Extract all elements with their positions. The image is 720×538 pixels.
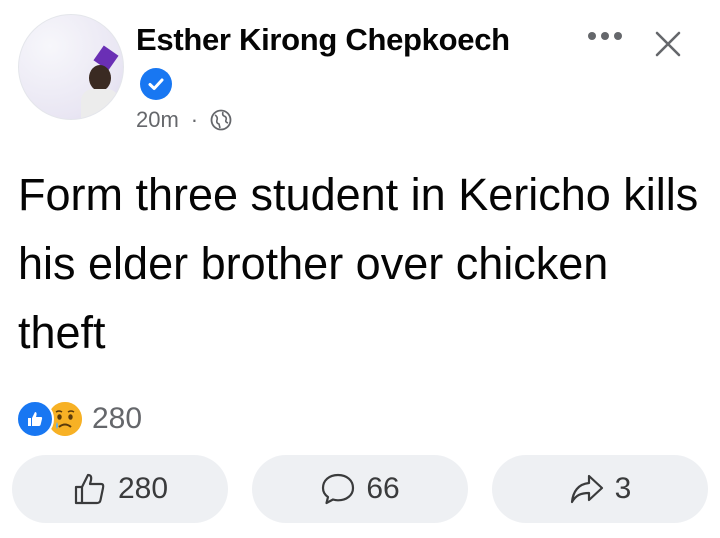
like-count: 280 — [117, 472, 169, 505]
close-icon[interactable] — [654, 30, 682, 58]
more-options-button[interactable] — [588, 32, 622, 40]
more-dot-icon — [588, 32, 596, 40]
more-dot-icon — [601, 32, 609, 40]
post-timestamp[interactable]: 20m — [136, 107, 179, 133]
avatar-person-head — [89, 65, 111, 91]
reaction-count: 280 — [92, 402, 143, 435]
reactions-summary[interactable]: 280 — [16, 400, 142, 438]
globe-icon — [210, 109, 232, 131]
thumbs-up-icon — [74, 473, 105, 505]
verified-badge-icon — [140, 68, 172, 100]
share-count: 3 — [614, 472, 632, 505]
more-dot-icon — [614, 32, 622, 40]
post-meta: 20m · — [136, 107, 232, 133]
share-icon — [570, 474, 603, 504]
comment-button[interactable]: 66 — [252, 455, 468, 523]
author-name[interactable]: Esther Kirong Chepkoech — [136, 22, 510, 58]
meta-separator: · — [190, 107, 199, 132]
author-avatar[interactable] — [18, 14, 124, 120]
like-reaction-icon — [16, 400, 54, 438]
avatar-person-body — [81, 89, 119, 119]
post-text: Form three student in Kericho kills his … — [18, 169, 699, 358]
comment-icon — [322, 473, 355, 505]
comment-count: 66 — [366, 472, 400, 505]
like-button[interactable]: 280 — [12, 455, 228, 523]
share-button[interactable]: 3 — [492, 455, 708, 523]
